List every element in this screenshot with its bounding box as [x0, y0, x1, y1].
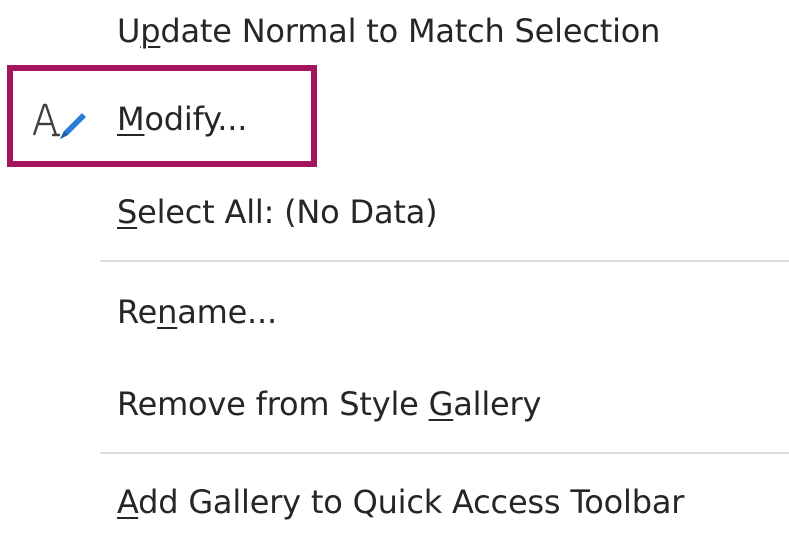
menu-item-add-gallery-to-qat[interactable]: Add Gallery to Quick Access Toolbar [0, 467, 789, 537]
context-menu: Update Normal to Match Selection Modify.… [0, 0, 789, 538]
menu-item-label: Select All: (No Data) [117, 193, 438, 231]
mnemonic-underline: p [140, 12, 161, 50]
mnemonic-underline: M [117, 100, 145, 138]
menu-item-update-normal[interactable]: Update Normal to Match Selection [0, 0, 789, 62]
menu-item-rename[interactable]: Rename... [0, 277, 789, 347]
menu-item-select-all[interactable]: Select All: (No Data) [0, 177, 789, 247]
mnemonic-underline: A [117, 483, 139, 521]
menu-item-modify[interactable]: Modify... [0, 84, 789, 154]
menu-item-remove-from-gallery[interactable]: Remove from Style Gallery [0, 369, 789, 439]
menu-item-label: Rename... [117, 293, 277, 331]
menu-item-label: Remove from Style Gallery [117, 385, 542, 423]
style-modify-icon [32, 103, 86, 139]
mnemonic-underline: G [428, 385, 454, 423]
menu-item-label: Modify... [117, 100, 248, 138]
menu-item-label: Add Gallery to Quick Access Toolbar [117, 483, 685, 521]
menu-item-label: Update Normal to Match Selection [117, 12, 661, 50]
menu-separator [100, 260, 789, 262]
mnemonic-underline: S [117, 193, 138, 231]
menu-separator [100, 452, 789, 454]
mnemonic-underline: n [157, 293, 178, 331]
